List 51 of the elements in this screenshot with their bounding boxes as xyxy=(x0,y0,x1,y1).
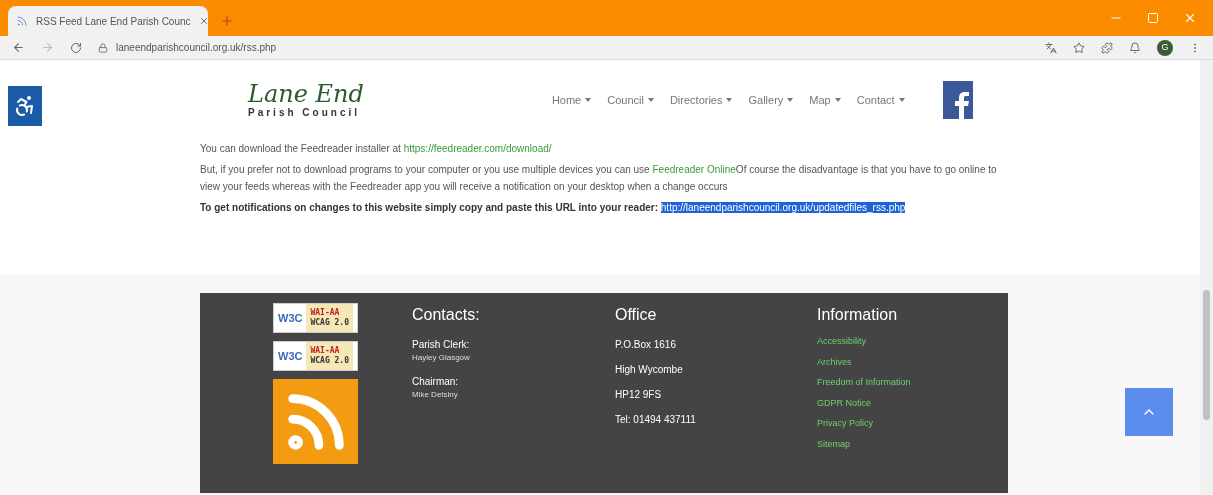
scrollbar[interactable] xyxy=(1200,60,1213,495)
lock-icon xyxy=(98,42,108,53)
information-link[interactable]: Sitemap xyxy=(817,437,911,451)
nav-link[interactable]: Gallery xyxy=(748,91,794,109)
bookmark-star-icon[interactable] xyxy=(1073,41,1085,54)
information-heading: Information xyxy=(817,305,899,325)
information-link[interactable]: Freedom of Information xyxy=(817,376,911,390)
maximize-icon[interactable] xyxy=(1147,12,1159,24)
office-heading: Office xyxy=(615,305,658,325)
information-link[interactable]: GDPR Notice xyxy=(817,396,911,410)
feedreader-paragraph: But, if you prefer not to download programs to your computer or you use multiple devices you can use Feedreader OnlineOf course the disadvantage is that you have to go online to view your feeds whereas with the Feedreader app you will receive a notification on your desktop when a change occurs xyxy=(200,163,998,194)
url-field[interactable]: laneendparishcouncil.org.uk/rss.php xyxy=(116,40,277,55)
rss-url-link[interactable]: http://laneendparishcouncil.org.uk/updatedfiles_rss.php xyxy=(660,202,906,213)
download-link[interactable]: https://feedreader.com/download/ xyxy=(403,143,552,154)
accessibility-button[interactable] xyxy=(8,86,42,126)
nav-link[interactable]: Map xyxy=(809,91,841,109)
back-icon[interactable] xyxy=(12,41,25,54)
contact-name: Mike Detsiny xyxy=(412,389,459,401)
nav-link[interactable]: Directories xyxy=(669,91,733,109)
translate-icon[interactable] xyxy=(1045,41,1057,54)
reload-icon[interactable] xyxy=(70,41,82,54)
rss-feed-icon[interactable] xyxy=(273,379,358,464)
information-link[interactable]: Archives xyxy=(817,355,911,369)
feedreader-online-link[interactable]: Feedreader Online xyxy=(652,164,736,175)
contact-role: Parish Clerk: xyxy=(412,338,471,352)
address-line: High Wycombe xyxy=(615,363,684,377)
logo-subtitle: Parish Council xyxy=(248,107,361,119)
information-link[interactable]: Privacy Policy xyxy=(817,417,911,431)
nav-link[interactable]: Home xyxy=(551,91,592,109)
new-tab-icon[interactable] xyxy=(220,14,234,28)
contacts-heading: Contacts: xyxy=(412,305,481,325)
close-icon[interactable] xyxy=(1183,11,1197,25)
bell-icon[interactable] xyxy=(1129,41,1141,54)
nav-link[interactable]: Council xyxy=(607,91,654,109)
forward-icon[interactable] xyxy=(41,41,54,54)
close-icon[interactable] xyxy=(198,16,209,26)
facebook-logo[interactable] xyxy=(942,81,973,119)
extensions-icon[interactable] xyxy=(1101,41,1113,54)
address-line: P.O.Box 1616 xyxy=(615,338,677,352)
address-line: Tel: 01494 437111 xyxy=(615,413,697,427)
address-line: HP12 9FS xyxy=(615,388,663,402)
download-paragraph: You can download the Feedreader installer at https://feedreader.com/download/ xyxy=(200,142,553,156)
notification-paragraph: To get notifications on changes to this website simply copy and paste this URL into your reader: http://laneendparishcouncil.org.uk/updatedfiles_rss.php xyxy=(200,201,907,215)
nav-link[interactable]: Contact xyxy=(856,91,905,109)
browser-tab[interactable]: RSS Feed Lane End Parish Counc xyxy=(8,6,208,36)
contact-role: Chairman: xyxy=(412,375,460,389)
profile-avatar[interactable]: G xyxy=(1157,39,1173,56)
rss-icon xyxy=(16,15,28,27)
information-link[interactable]: Accessibility xyxy=(817,335,911,349)
logo-title[interactable]: Lane End xyxy=(248,81,364,107)
contact-name: Hayley Glasgow xyxy=(412,352,471,364)
